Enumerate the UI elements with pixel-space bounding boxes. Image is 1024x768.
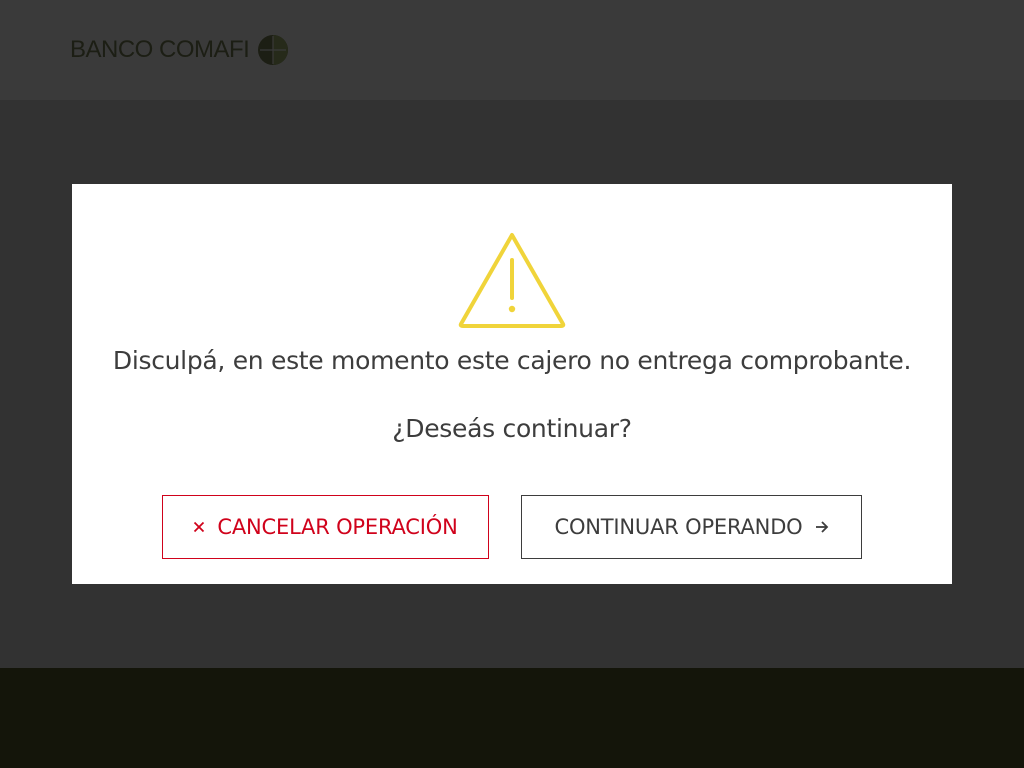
close-icon <box>193 521 205 533</box>
dialog-message: Disculpá, en este momento este cajero no… <box>112 346 912 375</box>
dialog-question: ¿Deseás continuar? <box>392 414 632 443</box>
comafi-globe-logo-icon <box>258 35 289 65</box>
logo-text: BANCO COMAFI <box>70 36 250 63</box>
header-bar: BANCO COMAFI <box>0 0 1024 100</box>
arrow-right-icon <box>815 520 829 534</box>
footer-band <box>0 668 1024 768</box>
continue-button-label: CONTINUAR OPERANDO <box>554 515 803 539</box>
cancel-button-label: CANCELAR OPERACIÓN <box>217 515 458 539</box>
cancel-operation-button[interactable]: CANCELAR OPERACIÓN <box>162 495 489 559</box>
warning-triangle-icon <box>458 233 566 328</box>
atm-screen: BANCO COMAFI Disculpá, en este momento e… <box>0 0 1024 768</box>
continue-operating-button[interactable]: CONTINUAR OPERANDO <box>521 495 862 559</box>
bank-logo: BANCO COMAFI <box>70 32 289 68</box>
